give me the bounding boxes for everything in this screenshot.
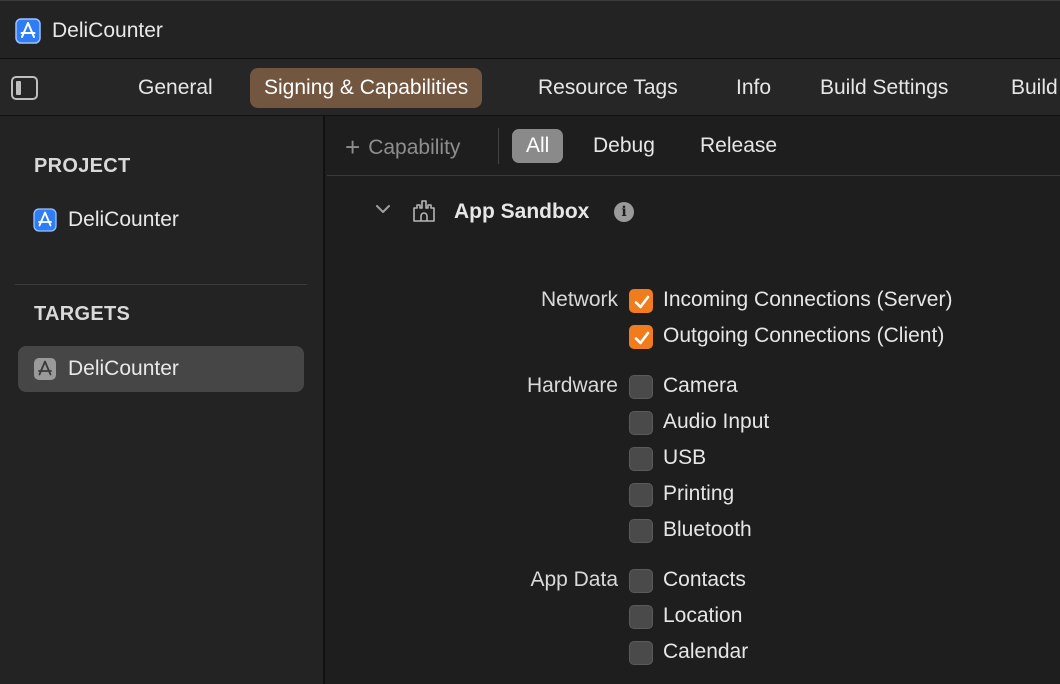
targets-section-title: TARGETS [34, 303, 131, 325]
app-data-label: App Data [530, 568, 618, 591]
chevron-down-icon[interactable] [374, 200, 392, 218]
add-capability-button[interactable]: + Capability [345, 132, 460, 163]
xcode-window: DeliCounter General Signing & Capabiliti… [0, 0, 1060, 684]
app-target-icon [34, 358, 56, 380]
hardware-label: Hardware [526, 374, 618, 397]
checkbox-unchecked-icon[interactable] [629, 519, 653, 543]
checkbox-unchecked-icon[interactable] [629, 569, 653, 593]
add-capability-label: Capability [368, 136, 461, 159]
app-sandbox-header: App Sandbox i [327, 188, 1060, 238]
checkbox-checked-icon[interactable] [629, 325, 653, 349]
filter-all[interactable]: All [512, 129, 564, 163]
capability-title: App Sandbox [454, 200, 590, 223]
checkbox-unchecked-icon[interactable] [629, 605, 653, 629]
tab-signing-capabilities[interactable]: Signing & Capabilities [250, 68, 483, 108]
filter-release[interactable]: Release [686, 129, 791, 163]
title-bar: DeliCounter [0, 0, 1060, 59]
tab-build-phases[interactable]: Build [997, 68, 1060, 108]
project-item-label: DeliCounter [68, 208, 179, 231]
tab-general[interactable]: General [124, 68, 227, 108]
project-section-title: PROJECT [34, 155, 131, 177]
filter-separator [498, 128, 499, 164]
filter-debug[interactable]: Debug [579, 129, 669, 163]
option-label: Bluetooth [663, 518, 752, 541]
checkbox-unchecked-icon[interactable] [629, 375, 653, 399]
checkbox-checked-icon[interactable] [629, 289, 653, 313]
target-item[interactable]: DeliCounter [18, 346, 304, 392]
tab-info[interactable]: Info [722, 68, 785, 108]
sandbox-castle-icon [413, 200, 435, 222]
plus-icon: + [345, 132, 361, 162]
tab-build-settings[interactable]: Build Settings [806, 68, 962, 108]
checkbox-unchecked-icon[interactable] [629, 483, 653, 507]
option-label: Location [663, 604, 743, 627]
window-title: DeliCounter [52, 19, 163, 42]
app-store-icon [33, 208, 57, 232]
checkbox-unchecked-icon[interactable] [629, 447, 653, 471]
sidebar-divider [15, 284, 307, 285]
option-label: Calendar [663, 640, 749, 663]
project-item[interactable]: DeliCounter [18, 197, 304, 243]
target-item-label: DeliCounter [68, 357, 179, 380]
info-icon[interactable]: i [614, 202, 634, 222]
capabilities-editor: + Capability All Debug Release App Sandbo… [327, 116, 1060, 684]
option-label: Contacts [663, 568, 746, 591]
option-label: Camera [663, 374, 738, 397]
tab-resource-tags[interactable]: Resource Tags [524, 68, 692, 108]
option-label: USB [663, 446, 707, 469]
checkbox-unchecked-icon[interactable] [629, 411, 653, 435]
option-label: Audio Input [663, 410, 770, 433]
option-label: Outgoing Connections (Client) [663, 324, 945, 347]
sidebar-toggle-icon[interactable] [11, 76, 38, 100]
option-label: Printing [663, 482, 735, 505]
network-label: Network [540, 288, 618, 311]
checkbox-unchecked-icon[interactable] [629, 641, 653, 665]
option-label: Incoming Connections (Server) [663, 288, 953, 311]
capability-filter-bar: + Capability All Debug Release [327, 116, 1060, 176]
project-navigator: PROJECT DeliCounter TARGETS DeliCounter [0, 116, 325, 684]
editor-tab-bar: General Signing & Capabilities Resource … [0, 59, 1060, 116]
app-store-icon [15, 18, 41, 44]
